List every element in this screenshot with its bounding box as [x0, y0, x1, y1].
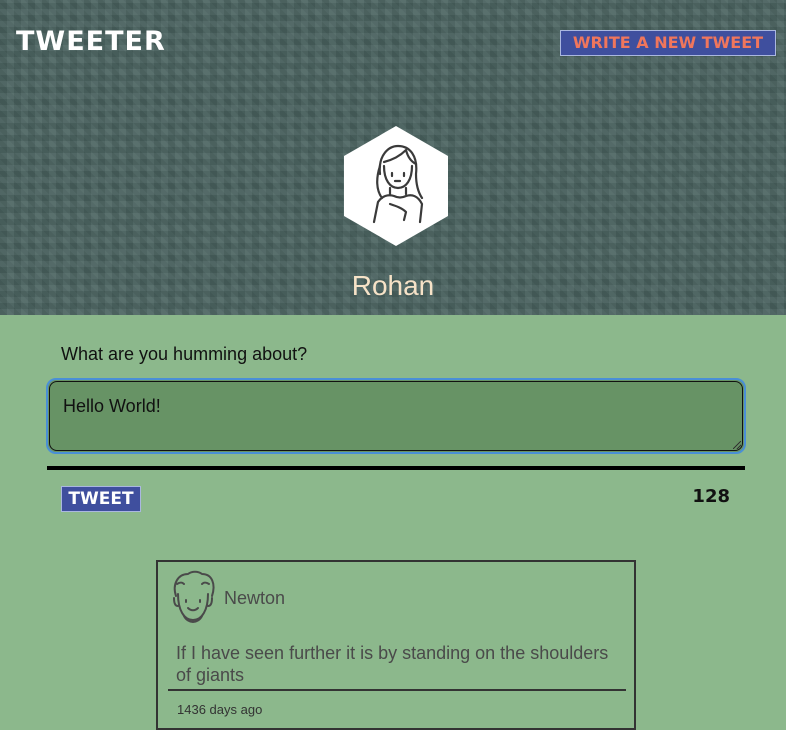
man-avatar-icon	[173, 570, 215, 623]
compose-prompt-label: What are you humming about?	[61, 344, 308, 364]
tweet-submit-button[interactable]: TWEET	[61, 486, 141, 512]
tweet-text: If I have seen further it is by standing…	[176, 643, 609, 685]
write-new-tweet-button[interactable]: WRITE A NEW TWEET	[560, 30, 776, 56]
tweet-author: Newton	[224, 588, 286, 608]
tweet-timestamp: 1436 days ago	[177, 702, 263, 717]
resize-handle-icon[interactable]	[733, 441, 741, 449]
profile-username: Rohan	[351, 270, 435, 301]
tweet-card: Newton If I have seen further it is by s…	[156, 560, 636, 730]
woman-avatar-icon	[344, 126, 448, 246]
brand-logo[interactable]: TWEETER	[16, 26, 166, 57]
tweet-textarea-value[interactable]: Hello World!	[63, 396, 161, 417]
tweet-divider	[168, 689, 626, 691]
profile-header: TWEETER WRITE A NEW TWEET Rohan	[0, 0, 786, 315]
tweet-textarea[interactable]: Hello World!	[46, 378, 746, 454]
compose-divider	[47, 466, 745, 470]
character-counter: 128	[692, 486, 730, 507]
